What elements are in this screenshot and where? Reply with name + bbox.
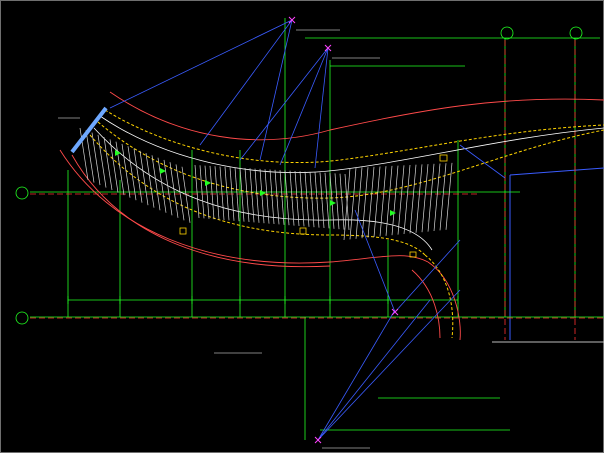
center-axis-dashed [30,40,604,340]
leader-lines [109,19,506,441]
left-end-highlight [70,106,108,154]
grid-bubble-left-upper [15,186,29,200]
center-markers [115,150,396,216]
road-edge-diagonal [509,167,604,176]
grid-bubble-top-left [500,26,514,40]
bridge-edges-dashed [89,109,604,339]
grid-bubble-top-right [569,26,583,40]
axis-lines [30,18,604,440]
grid-bubble-left-lower [15,311,29,325]
sheet-frame [0,0,604,453]
cad-drawing-canvas [0,0,604,453]
